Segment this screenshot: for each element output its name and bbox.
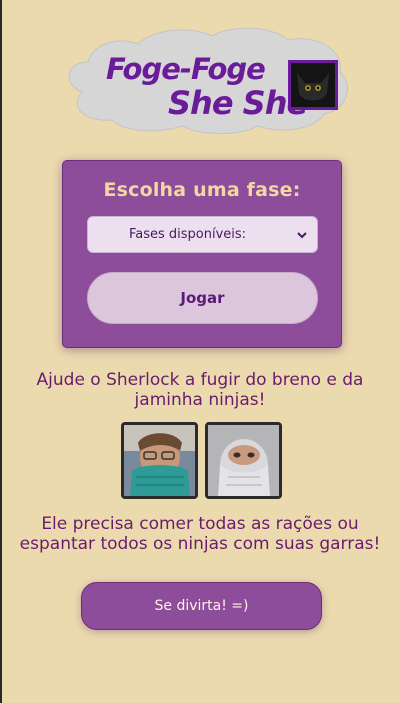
have-fun-button[interactable]: Se divirta! =) bbox=[81, 582, 322, 630]
ninja-photo-2 bbox=[205, 422, 282, 499]
phase-select-value: Fases disponíveis: bbox=[128, 227, 247, 242]
goal-text: Ele precisa comer todas as rações ou esp… bbox=[19, 514, 381, 554]
help-text: Ajude o Sherlock a fugir do breno e da j… bbox=[36, 370, 364, 410]
phase-title: Escolha uma fase: bbox=[103, 179, 301, 201]
play-button[interactable]: Jogar bbox=[87, 272, 318, 324]
phase-selection-panel: Escolha uma fase: Fases disponíveis: Jog… bbox=[62, 160, 342, 348]
game-logo: Foge-Foge She She bbox=[62, 22, 352, 134]
phase-select[interactable]: Fases disponíveis: bbox=[87, 216, 318, 253]
logo-title-line2: She She bbox=[168, 84, 308, 122]
chevron-down-icon bbox=[297, 232, 307, 239]
cat-image bbox=[288, 60, 338, 110]
logo-title-line1: Foge-Foge bbox=[106, 52, 266, 86]
ninja-photo-1 bbox=[121, 422, 198, 499]
page-left-border bbox=[0, 0, 2, 703]
